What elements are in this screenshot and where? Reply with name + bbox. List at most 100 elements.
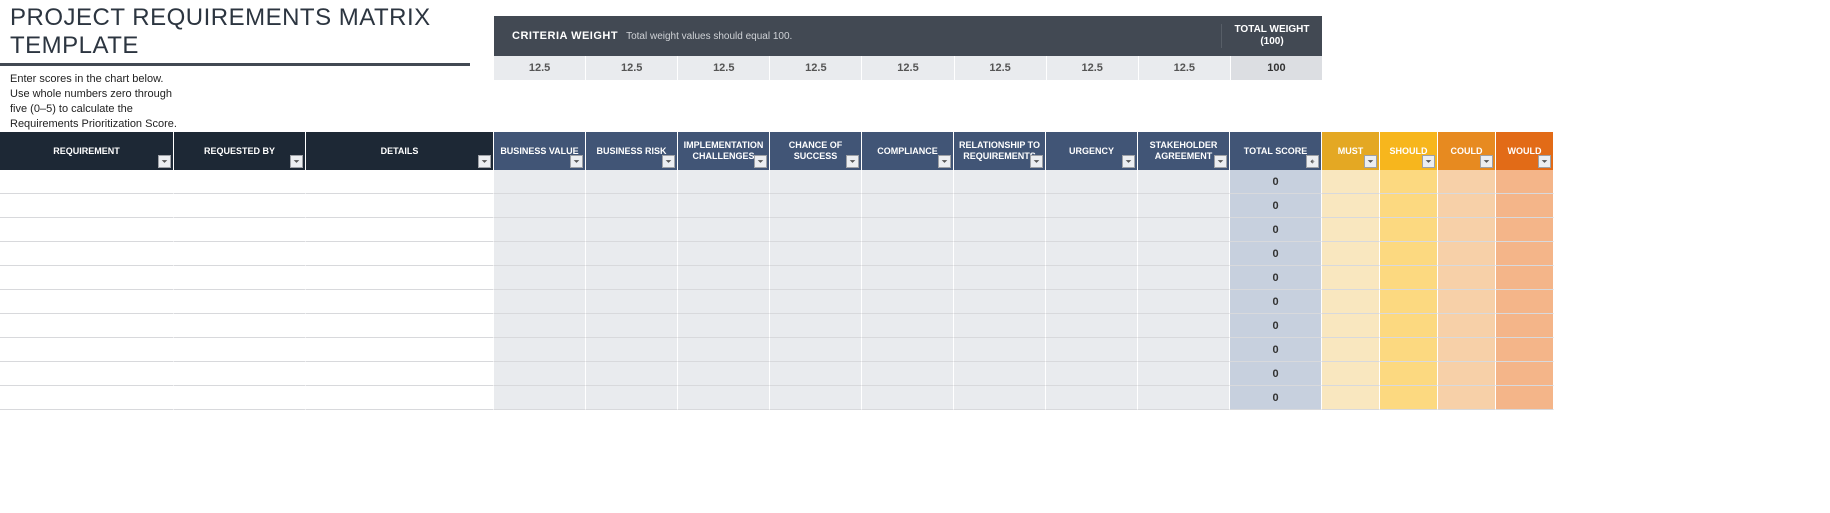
criteria-cell[interactable]	[770, 266, 862, 290]
could-cell[interactable]	[1438, 194, 1496, 218]
should-cell[interactable]	[1380, 242, 1438, 266]
col-header-must[interactable]: MUST	[1322, 132, 1380, 170]
data-cell[interactable]	[174, 290, 306, 314]
data-cell[interactable]	[0, 170, 174, 194]
filter-dropdown-icon[interactable]	[846, 155, 859, 168]
col-header-business-risk[interactable]: BUSINESS RISK	[586, 132, 678, 170]
criteria-cell[interactable]	[1138, 218, 1230, 242]
data-cell[interactable]	[174, 314, 306, 338]
criteria-cell[interactable]	[1138, 266, 1230, 290]
criteria-cell[interactable]	[586, 386, 678, 410]
would-cell[interactable]	[1496, 218, 1554, 242]
should-cell[interactable]	[1380, 218, 1438, 242]
criteria-cell[interactable]	[586, 266, 678, 290]
criteria-cell[interactable]	[770, 290, 862, 314]
criteria-cell[interactable]	[770, 362, 862, 386]
filter-dropdown-icon[interactable]	[290, 155, 303, 168]
must-cell[interactable]	[1322, 170, 1380, 194]
criteria-cell[interactable]	[862, 338, 954, 362]
should-cell[interactable]	[1380, 338, 1438, 362]
col-header-stakeholder-agreement[interactable]: STAKEHOLDER AGREEMENT	[1138, 132, 1230, 170]
criteria-cell[interactable]	[862, 386, 954, 410]
col-header-requested-by[interactable]: REQUESTED BY	[174, 132, 306, 170]
col-header-would[interactable]: WOULD	[1496, 132, 1554, 170]
must-cell[interactable]	[1322, 314, 1380, 338]
criteria-cell[interactable]	[954, 338, 1046, 362]
data-cell[interactable]	[306, 338, 494, 362]
criteria-cell[interactable]	[1046, 362, 1138, 386]
criteria-cell[interactable]	[494, 290, 586, 314]
criteria-cell[interactable]	[770, 218, 862, 242]
filter-dropdown-icon[interactable]	[1480, 155, 1493, 168]
should-cell[interactable]	[1380, 314, 1438, 338]
criteria-cell[interactable]	[954, 218, 1046, 242]
criteria-cell[interactable]	[494, 170, 586, 194]
criteria-cell[interactable]	[678, 290, 770, 314]
could-cell[interactable]	[1438, 218, 1496, 242]
would-cell[interactable]	[1496, 362, 1554, 386]
weight-cell[interactable]: 12.5	[678, 56, 770, 80]
data-cell[interactable]	[306, 194, 494, 218]
weight-cell[interactable]: 12.5	[955, 56, 1047, 80]
criteria-cell[interactable]	[586, 242, 678, 266]
should-cell[interactable]	[1380, 362, 1438, 386]
must-cell[interactable]	[1322, 290, 1380, 314]
criteria-cell[interactable]	[862, 266, 954, 290]
criteria-cell[interactable]	[862, 290, 954, 314]
data-cell[interactable]	[174, 362, 306, 386]
should-cell[interactable]	[1380, 170, 1438, 194]
must-cell[interactable]	[1322, 266, 1380, 290]
would-cell[interactable]	[1496, 338, 1554, 362]
criteria-cell[interactable]	[1138, 386, 1230, 410]
filter-dropdown-icon[interactable]	[754, 155, 767, 168]
criteria-cell[interactable]	[678, 386, 770, 410]
filter-dropdown-icon[interactable]	[1122, 155, 1135, 168]
filter-dropdown-icon[interactable]	[938, 155, 951, 168]
col-header-could[interactable]: COULD	[1438, 132, 1496, 170]
criteria-cell[interactable]	[862, 218, 954, 242]
data-cell[interactable]	[306, 218, 494, 242]
would-cell[interactable]	[1496, 170, 1554, 194]
criteria-cell[interactable]	[1138, 338, 1230, 362]
criteria-cell[interactable]	[862, 314, 954, 338]
criteria-cell[interactable]	[678, 194, 770, 218]
data-cell[interactable]	[306, 386, 494, 410]
data-cell[interactable]	[306, 266, 494, 290]
weight-cell[interactable]: 12.5	[494, 56, 586, 80]
criteria-cell[interactable]	[1046, 386, 1138, 410]
criteria-cell[interactable]	[862, 362, 954, 386]
filter-dropdown-icon[interactable]	[478, 155, 491, 168]
criteria-cell[interactable]	[1138, 362, 1230, 386]
criteria-cell[interactable]	[678, 314, 770, 338]
weight-cell[interactable]: 12.5	[862, 56, 954, 80]
filter-dropdown-icon[interactable]	[1422, 155, 1435, 168]
col-header-relationship-to-requirements[interactable]: RELATIONSHIP TO REQUIREMENTS	[954, 132, 1046, 170]
col-header-implementation-challenges[interactable]: IMPLEMENTATION CHALLENGES	[678, 132, 770, 170]
col-header-details[interactable]: DETAILS	[306, 132, 494, 170]
criteria-cell[interactable]	[770, 170, 862, 194]
col-header-requirement[interactable]: REQUIREMENT	[0, 132, 174, 170]
data-cell[interactable]	[174, 266, 306, 290]
criteria-cell[interactable]	[862, 194, 954, 218]
criteria-cell[interactable]	[1138, 242, 1230, 266]
data-cell[interactable]	[174, 386, 306, 410]
filter-dropdown-icon[interactable]	[158, 155, 171, 168]
would-cell[interactable]	[1496, 242, 1554, 266]
would-cell[interactable]	[1496, 290, 1554, 314]
criteria-cell[interactable]	[678, 218, 770, 242]
criteria-cell[interactable]	[586, 194, 678, 218]
data-cell[interactable]	[306, 242, 494, 266]
criteria-cell[interactable]	[1138, 194, 1230, 218]
criteria-cell[interactable]	[678, 242, 770, 266]
would-cell[interactable]	[1496, 266, 1554, 290]
criteria-cell[interactable]	[770, 386, 862, 410]
criteria-cell[interactable]	[494, 266, 586, 290]
data-cell[interactable]	[0, 314, 174, 338]
criteria-cell[interactable]	[954, 386, 1046, 410]
criteria-cell[interactable]	[494, 218, 586, 242]
criteria-cell[interactable]	[770, 338, 862, 362]
criteria-cell[interactable]	[770, 194, 862, 218]
criteria-cell[interactable]	[586, 218, 678, 242]
must-cell[interactable]	[1322, 386, 1380, 410]
criteria-cell[interactable]	[586, 170, 678, 194]
